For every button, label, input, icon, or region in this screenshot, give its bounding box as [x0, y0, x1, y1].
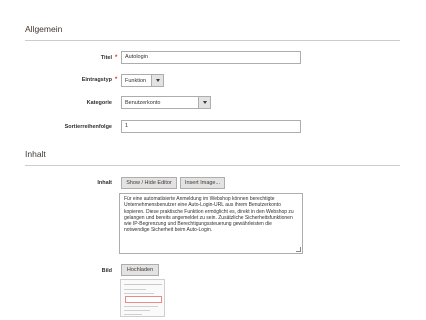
chevron-down-icon [151, 75, 163, 86]
upload-button[interactable]: Hochladen [121, 264, 159, 276]
title-input[interactable]: Autologin [121, 51, 301, 64]
chevron-down-icon [198, 97, 210, 108]
section-divider-content [25, 165, 400, 166]
insert-image-button[interactable]: Insert Image... [180, 177, 225, 189]
title-label: Titel [100, 55, 112, 61]
content-text: Für eine automatisierte Anmeldung im Web… [124, 196, 294, 234]
category-value: Benutzerkonto [125, 99, 161, 106]
section-divider-general [25, 40, 400, 41]
show-hide-editor-button[interactable]: Show / Hide Editor [121, 177, 177, 189]
image-label: Bild [101, 268, 112, 274]
thumbnail-highlight-box [125, 296, 162, 303]
category-label: Kategorie [86, 100, 112, 106]
sort-order-label: Sortierreihenfolge [64, 124, 112, 130]
content-label: Inhalt [97, 180, 112, 186]
section-title-general: Allgemein [25, 24, 63, 34]
sort-order-input[interactable]: 1 [121, 120, 301, 133]
required-mark-title: * [115, 55, 118, 61]
entry-type-select[interactable]: Funktion [121, 74, 164, 87]
resize-grip-icon[interactable] [296, 247, 301, 252]
section-title-content: Inhalt [25, 149, 46, 159]
entry-type-label: Eintragstyp [81, 77, 112, 83]
image-thumbnail [120, 279, 165, 317]
content-textarea[interactable]: Für eine automatisierte Anmeldung im Web… [119, 193, 303, 254]
category-select[interactable]: Benutzerkonto [121, 96, 211, 109]
required-mark-entry-type: * [115, 77, 118, 83]
entry-type-value: Funktion [125, 77, 147, 84]
